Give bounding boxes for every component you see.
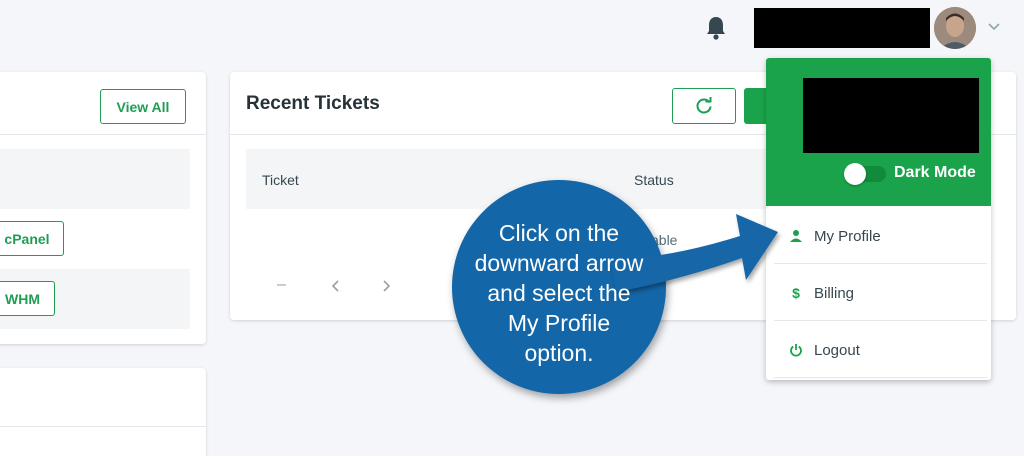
menu-item-label: Logout <box>814 341 860 359</box>
user-menu-header: Dark Mode <box>766 58 991 206</box>
dashboard-screen: View All cPanel WHM Recent Tickets Ticke… <box>0 0 1024 456</box>
menu-item-label: My Profile <box>814 227 881 245</box>
callout-line: downward arrow <box>474 250 644 276</box>
user-name-redacted <box>754 8 930 48</box>
bell-icon[interactable] <box>704 14 728 42</box>
pager-dash: – <box>277 276 286 293</box>
menu-item-my-profile[interactable]: My Profile <box>766 208 991 264</box>
callout-line: Click on the <box>498 220 620 246</box>
column-header-ticket: Ticket <box>262 172 299 188</box>
menu-divider <box>774 377 987 378</box>
menu-divider <box>774 320 987 321</box>
refresh-icon <box>696 97 712 114</box>
callout-line: My Profile <box>507 310 611 336</box>
avatar[interactable] <box>934 7 976 49</box>
callout-text: Click on the downward arrow and select t… <box>452 218 666 368</box>
menu-item-billing[interactable]: $ Billing <box>766 265 991 321</box>
card-divider <box>0 426 206 427</box>
menu-item-logout[interactable]: Logout <box>766 322 991 378</box>
chevron-left-icon[interactable] <box>330 278 342 299</box>
user-menu-dropdown: Dark Mode My Profile $ Billing Logout <box>766 58 991 380</box>
refresh-button[interactable] <box>672 88 736 124</box>
chevron-down-icon[interactable] <box>986 19 1002 35</box>
services-card: View All cPanel WHM <box>0 72 206 344</box>
whm-button[interactable]: WHM <box>0 281 55 316</box>
chevron-right-icon[interactable] <box>380 278 392 299</box>
dark-mode-toggle[interactable] <box>844 163 886 185</box>
callout-line: and select the <box>487 280 631 306</box>
column-header-status: Status <box>634 172 674 188</box>
card-title: Recent Tickets <box>246 93 380 114</box>
dark-mode-label: Dark Mode <box>894 164 976 181</box>
menu-divider <box>774 263 987 264</box>
user-info-redacted <box>803 78 979 153</box>
view-all-button[interactable]: View All <box>100 89 186 124</box>
card-divider <box>0 134 206 135</box>
power-icon <box>786 340 806 360</box>
secondary-card <box>0 368 206 456</box>
cpanel-button[interactable]: cPanel <box>0 221 64 256</box>
list-item <box>0 149 190 209</box>
menu-item-label: Billing <box>814 284 855 302</box>
callout-line: option. <box>524 340 594 366</box>
toggle-knob <box>844 163 866 185</box>
